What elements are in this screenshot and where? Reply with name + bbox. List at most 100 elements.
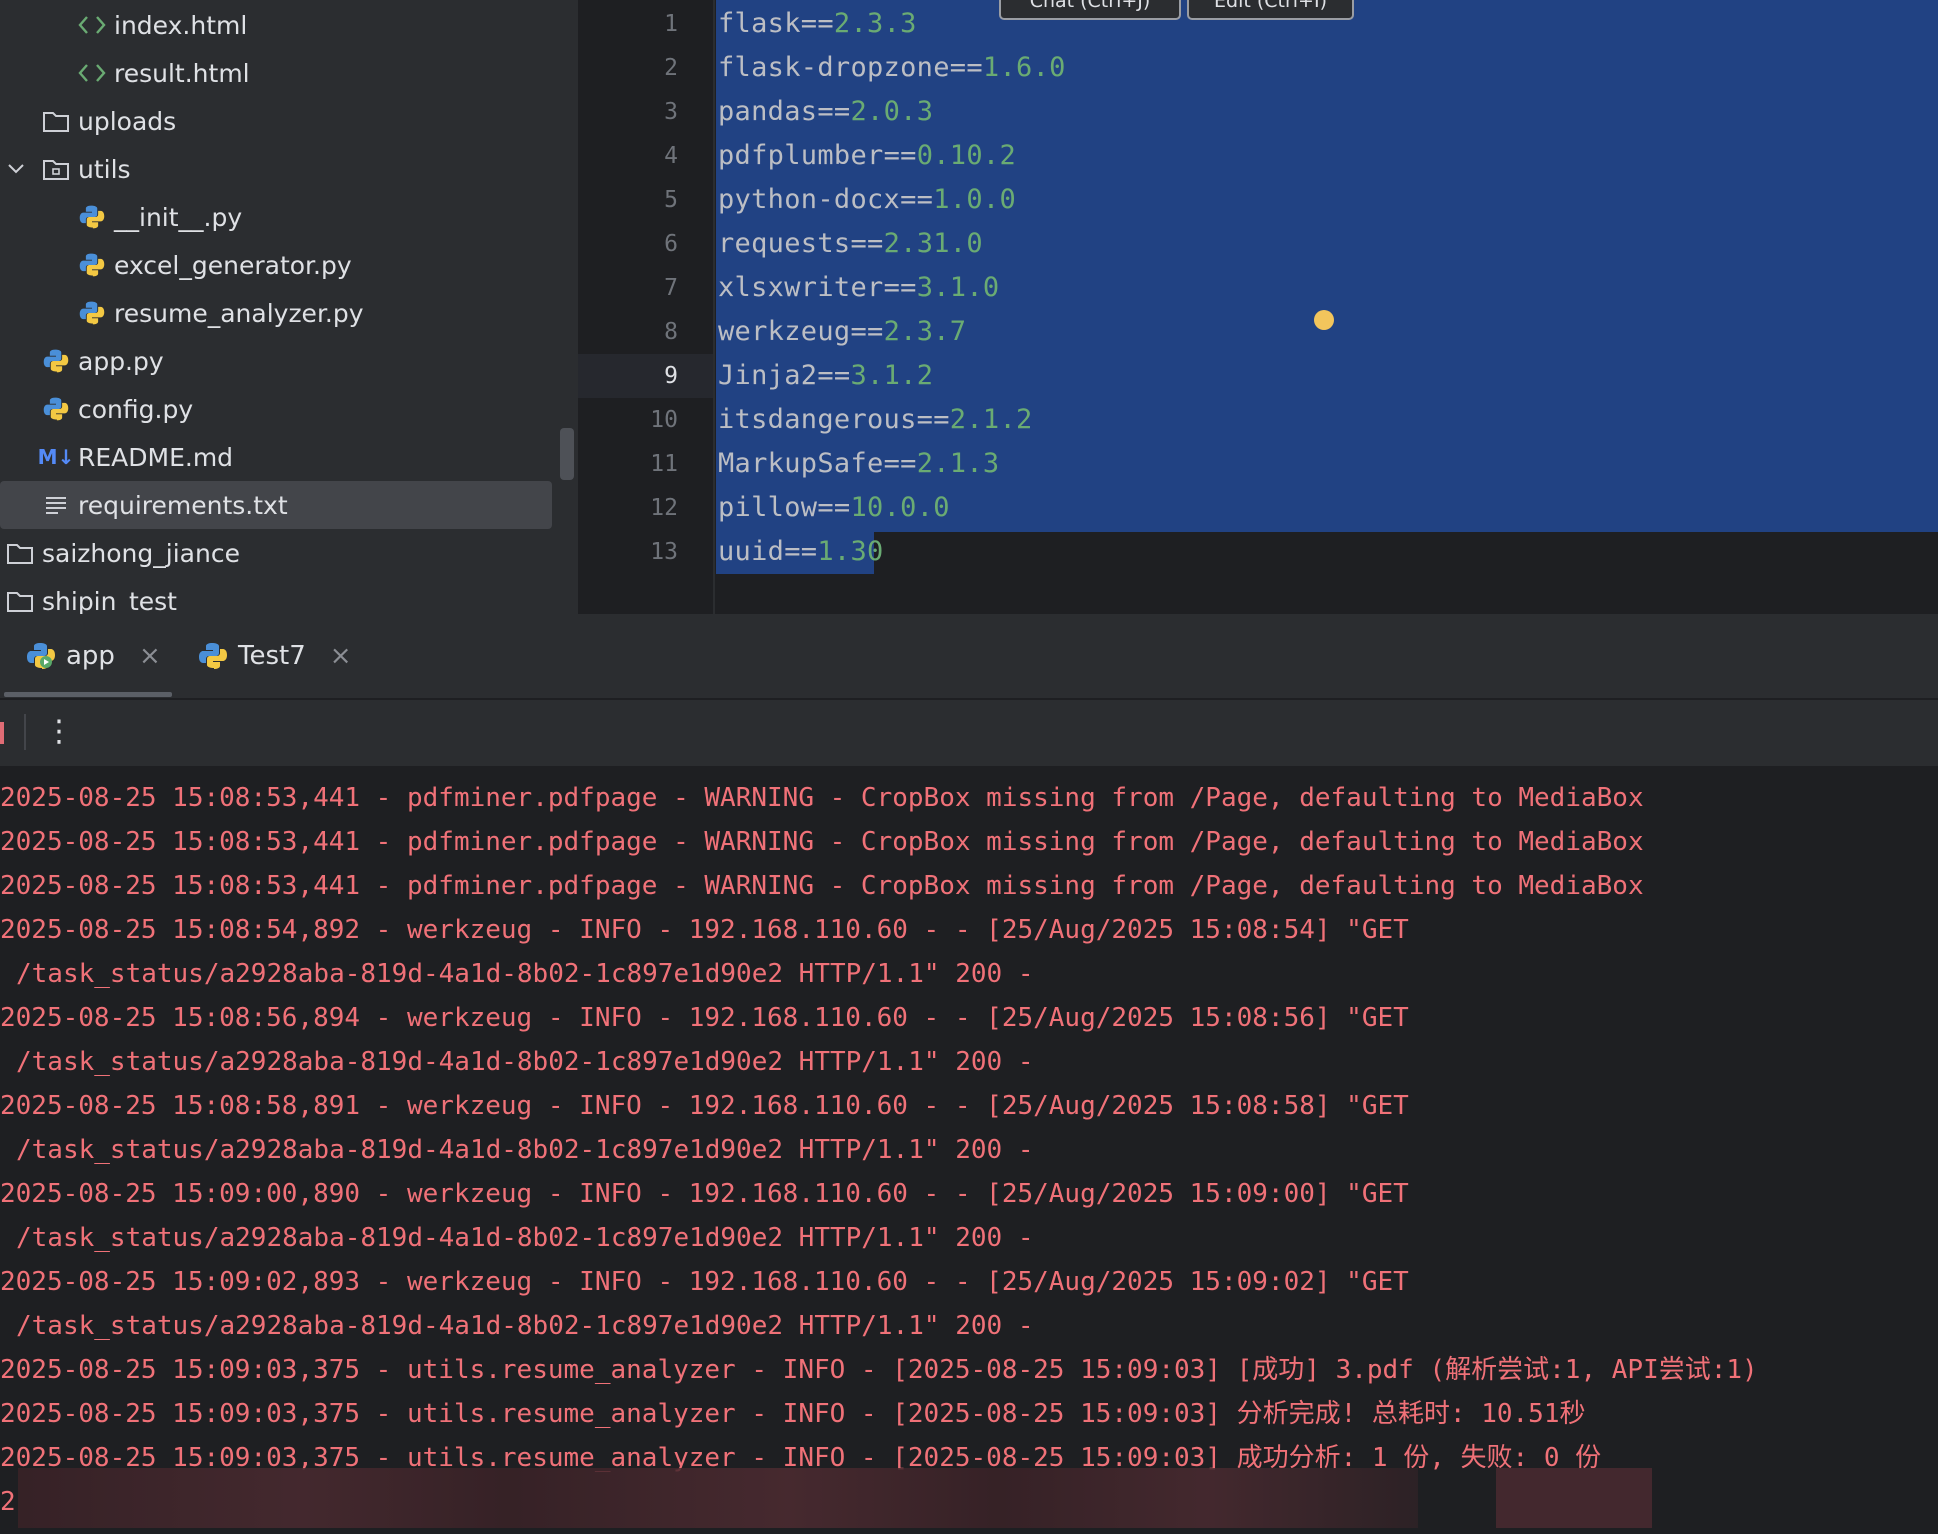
tree-item-saizhong-jiance[interactable]: saizhong_jiance — [0, 529, 240, 577]
run-toolbar — [0, 700, 1938, 766]
more-options-icon[interactable]: ⋮ — [44, 714, 74, 750]
tree-item-label: __init__.py — [114, 202, 243, 232]
console-line: 2025-08-25 15:08:58,891 - werkzeug - INF… — [0, 1091, 1409, 1121]
tree-scrollbar[interactable] — [560, 428, 574, 480]
console-line: 2025-08-25 15:09:00,890 - werkzeug - INF… — [0, 1179, 1409, 1209]
console-line: 2025-08-25 15:08:53,441 - pdfminer.pdfpa… — [0, 783, 1644, 813]
project-tree: index.html result.html uploads utils __init_… — [0, 0, 578, 614]
tree-item-resume-analyzer-py[interactable]: resume_analyzer.py — [0, 289, 364, 337]
tab-test7[interactable]: Test7 × — [196, 614, 352, 698]
tree-item-app-py[interactable]: app.py — [0, 337, 164, 385]
version-number: 1.0.0 — [933, 184, 1017, 215]
tree-item-readme-md[interactable]: M↓ README.md — [0, 433, 233, 481]
code-line[interactable]: uuid==1.30 — [718, 530, 884, 574]
tree-item-label: README.md — [78, 442, 234, 472]
python-icon — [76, 201, 108, 233]
close-icon[interactable]: × — [330, 641, 352, 671]
python-icon — [76, 249, 108, 281]
version-number: 1.6.0 — [982, 52, 1066, 83]
tree-item-requirements-txt[interactable]: requirements.txt — [0, 481, 552, 529]
code-line[interactable]: python-docx==1.0.0 — [718, 178, 1016, 222]
line-number-gutter: 1 2 3 4 5 6 7 8 9 10 11 12 13 — [578, 0, 715, 614]
code-editor[interactable]: 1 2 3 4 5 6 7 8 9 10 11 12 13 flask==2.3.3 flask-drop… — [578, 0, 1938, 614]
package-name: werkzeug — [718, 316, 851, 347]
console-line: 2 — [0, 1487, 16, 1517]
code-line[interactable]: pandas==2.0.3 — [718, 90, 933, 134]
console-line: /task_status/a2928aba-819d-4a1d-8b02-1c8… — [16, 959, 1034, 989]
version-operator: == — [900, 184, 934, 215]
line-number: 7 — [664, 275, 678, 301]
version-number: 2.0.3 — [850, 96, 934, 127]
intention-bulb-icon[interactable] — [1314, 310, 1334, 330]
toolbar-divider — [24, 714, 26, 750]
code-line[interactable]: werkzeug==2.3.7 — [718, 310, 966, 354]
chat-button[interactable]: Chat (Ctrl+J) — [999, 0, 1181, 20]
version-operator: == — [949, 52, 983, 83]
package-name: pdfplumber — [718, 140, 884, 171]
active-tab-indicator — [4, 692, 172, 697]
package-name: xlsxwriter — [718, 272, 884, 303]
version-number: 1.30 — [817, 536, 884, 567]
tree-item-label: saizhong_jiance — [42, 538, 240, 568]
run-tab-bar: app × Test7 × — [0, 614, 1938, 700]
tree-item-init-py[interactable]: __init__.py — [0, 193, 242, 241]
console-line: 2025-08-25 15:08:54,892 - werkzeug - INF… — [0, 915, 1409, 945]
code-line[interactable]: flask-dropzone==1.6.0 — [718, 46, 1066, 90]
console-line: /task_status/a2928aba-819d-4a1d-8b02-1c8… — [16, 1223, 1034, 1253]
tree-item-label: requirements.txt — [78, 490, 288, 520]
tree-item-label: result.html — [114, 58, 250, 88]
version-number: 0.10.2 — [916, 140, 1017, 171]
tree-item-utils[interactable]: utils — [0, 145, 131, 193]
code-line[interactable]: itsdangerous==2.1.2 — [718, 398, 1033, 442]
tree-item-config-py[interactable]: config.py — [0, 385, 193, 433]
tree-item-label: uploads — [78, 106, 177, 136]
tree-item-label: config.py — [78, 394, 194, 424]
tree-item-label: app.py — [78, 346, 164, 376]
code-line[interactable]: Jinja2==3.1.2 — [718, 354, 933, 398]
tree-item-index-html[interactable]: index.html — [0, 1, 247, 49]
package-name: uuid — [718, 536, 785, 567]
tree-item-excel-generator-py[interactable]: excel_generator.py — [0, 241, 352, 289]
version-operator: == — [883, 272, 917, 303]
line-number: 10 — [650, 407, 678, 433]
package-name: pillow — [718, 492, 818, 523]
code-line[interactable]: pillow==10.0.0 — [718, 486, 950, 530]
python-run-icon — [196, 639, 230, 673]
tree-item-label: index.html — [114, 10, 248, 40]
code-line[interactable]: requests==2.31.0 — [718, 222, 983, 266]
console-line: 2025-08-25 15:08:53,441 - pdfminer.pdfpa… — [0, 871, 1644, 901]
stop-icon[interactable] — [0, 722, 4, 744]
version-number: 2.3.3 — [833, 8, 917, 39]
tree-item-uploads[interactable]: uploads — [0, 97, 176, 145]
edit-button[interactable]: Edit (Ctrl+I) — [1187, 0, 1354, 20]
tree-item-shipin-test[interactable]: shipin_test — [0, 577, 177, 614]
version-number: 2.1.2 — [949, 404, 1033, 435]
markdown-icon: M↓ — [37, 445, 75, 469]
python-icon — [40, 393, 72, 425]
chevron-down-icon[interactable] — [6, 159, 26, 179]
python-run-icon — [24, 639, 58, 673]
console-output[interactable]: 2025-08-25 15:08:53,441 - pdfminer.pdfpa… — [0, 766, 1938, 1534]
tree-item-label: excel_generator.py — [114, 250, 352, 280]
console-line: /task_status/a2928aba-819d-4a1d-8b02-1c8… — [16, 1135, 1034, 1165]
console-line: 2025-08-25 15:08:53,441 - pdfminer.pdfpa… — [0, 827, 1644, 857]
line-number: 9 — [664, 363, 678, 389]
code-line[interactable]: flask==2.3.3 — [718, 2, 917, 46]
code-line[interactable]: pdfplumber==0.10.2 — [718, 134, 1016, 178]
tree-item-result-html[interactable]: result.html — [0, 49, 250, 97]
html-icon — [76, 9, 108, 41]
line-number: 2 — [664, 55, 678, 81]
code-line[interactable]: xlsxwriter==3.1.0 — [718, 266, 999, 310]
version-operator: == — [784, 536, 818, 567]
close-icon[interactable]: × — [139, 641, 161, 671]
line-number: 12 — [650, 495, 678, 521]
python-icon — [76, 297, 108, 329]
tab-label: app — [66, 641, 115, 671]
code-line[interactable]: MarkupSafe==2.1.3 — [718, 442, 999, 486]
version-operator: == — [916, 404, 950, 435]
version-operator: == — [817, 492, 851, 523]
folder-icon — [4, 585, 36, 614]
folder-icon — [40, 105, 72, 137]
package-name: flask — [718, 8, 801, 39]
tab-app[interactable]: app × — [24, 614, 161, 698]
